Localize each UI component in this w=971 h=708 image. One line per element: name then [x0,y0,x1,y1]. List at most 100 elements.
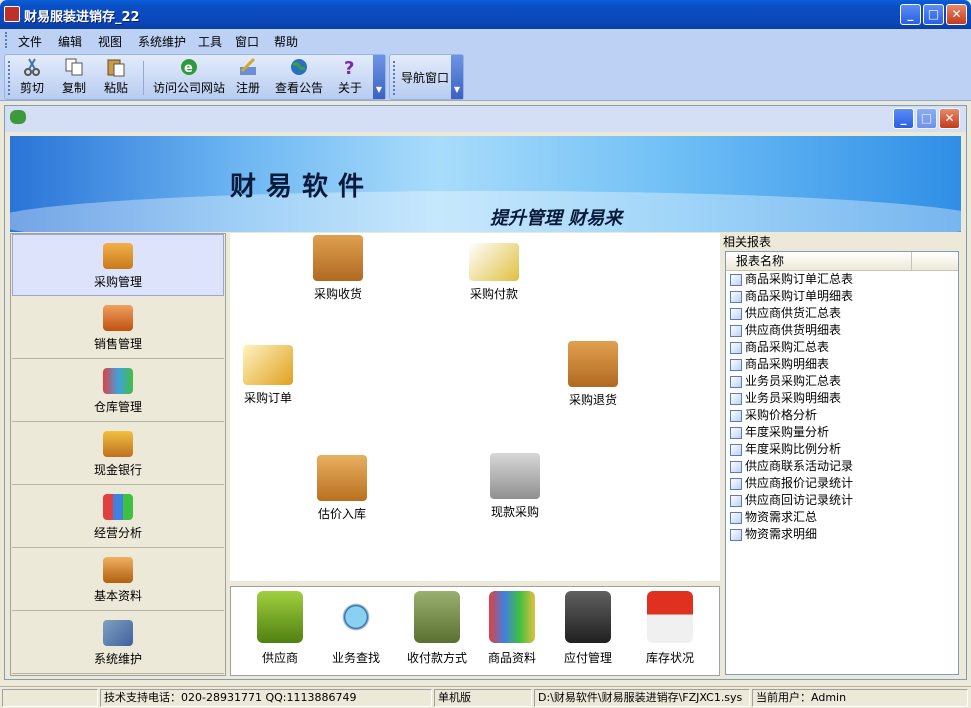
paste-button[interactable]: 粘贴 [101,57,131,96]
report-item[interactable]: 业务员采购明细表 [726,390,958,407]
close-button[interactable]: ✕ [946,4,967,25]
report-item[interactable]: 物资需求汇总 [726,509,958,526]
report-label: 年度采购比例分析 [745,442,842,456]
report-item[interactable]: 供应商供货明细表 [726,322,958,339]
report-icon [730,392,742,405]
box-remove-icon [568,341,618,387]
quick-supplier-button[interactable]: 供应商 [241,589,319,666]
toolbar-overflow-icon[interactable]: ▼ [451,55,463,99]
quick-inventory-button[interactable]: 库存状况 [631,589,709,666]
menu-view[interactable]: 视图 [98,33,122,50]
menu-help[interactable]: 帮助 [274,33,298,50]
function-label: 采购订单 [243,391,292,405]
order-icon [243,345,293,385]
child-minimize-button[interactable]: _ [893,108,914,129]
report-item[interactable]: 商品采购明细表 [726,356,958,373]
nav-cash-bank[interactable]: 现金银行 [12,423,224,485]
about-label: 关于 [337,81,362,95]
notice-label: 查看公告 [274,81,323,95]
menu-system-maintenance[interactable]: 系统维护 [138,33,186,50]
purchase-return-button[interactable]: 采购退货 [548,341,638,408]
menu-edit[interactable]: 编辑 [58,33,82,50]
register-button[interactable]: 注册 [233,57,263,96]
toolbar-grip [8,61,11,95]
menu-window[interactable]: 窗口 [235,33,259,50]
copy-label: 复制 [61,81,86,95]
report-icon [730,358,742,371]
report-item[interactable]: 商品采购汇总表 [726,339,958,356]
frog-icon [10,110,26,124]
nav-label: 采购管理 [93,275,142,289]
toolbar-overflow-icon[interactable]: ▼ [373,55,385,99]
bank-icon [103,431,133,457]
cash-purchase-button[interactable]: 现款采购 [470,453,560,520]
nav-toolbar: 导航窗口 ▼ [389,54,464,100]
purchase-order-button[interactable]: 采购订单 [223,345,313,406]
report-item[interactable]: 供应商回访记录统计 [726,492,958,509]
purchase-receive-button[interactable]: 采购收货 [293,235,383,302]
child-close-button[interactable]: ✕ [939,108,960,129]
about-button[interactable]: ? 关于 [335,57,365,96]
report-item[interactable]: 供应商联系活动记录 [726,458,958,475]
report-icon [730,528,742,541]
nav-window-button[interactable]: 导航窗口 [398,69,452,86]
warehouse-icon [103,368,133,394]
toolbar-separator [143,61,144,95]
quick-label: 收付款方式 [406,651,467,665]
status-pane-blank [2,689,98,707]
nav-sales[interactable]: 销售管理 [12,297,224,359]
quick-payment-method-button[interactable]: 收付款方式 [393,589,481,666]
app-icon [4,6,20,22]
report-item[interactable]: 物资需求明细 [726,526,958,543]
child-maximize-button[interactable]: □ [916,108,937,129]
menu-tools[interactable]: 工具 [198,33,222,50]
nav-warehouse[interactable]: 仓库管理 [12,360,224,422]
quick-search-button[interactable]: 业务查找 [317,589,395,666]
notice-button[interactable]: 查看公告 [273,57,325,96]
nav-analysis[interactable]: 经营分析 [12,486,224,548]
ie-icon: e [181,59,197,76]
report-item[interactable]: 年度采购比例分析 [726,441,958,458]
report-icon [730,341,742,354]
report-item[interactable]: 采购价格分析 [726,407,958,424]
nav-basic-data[interactable]: 基本资料 [12,549,224,611]
estimate-stock-in-button[interactable]: 估价入库 [297,455,387,522]
card-icon [469,243,519,281]
menu-file[interactable]: 文件 [18,33,42,50]
quick-payable-button[interactable]: 应付管理 [549,589,627,666]
nav-system[interactable]: 系统维护 [12,612,224,674]
purchase-payment-button[interactable]: 采购付款 [449,243,539,302]
banner-slogan: 提升管理 财易来 [490,208,623,229]
money-bag-icon [414,591,460,643]
visit-site-button[interactable]: e 访问公司网站 [149,57,229,96]
reports-column-header[interactable]: 报表名称 [726,252,958,271]
reports-header: 相关报表 [723,235,772,249]
report-item[interactable]: 业务员采购汇总表 [726,373,958,390]
copy-button[interactable]: 复制 [59,57,89,96]
report-item[interactable]: 供应商供货汇总表 [726,305,958,322]
navigation-window: _ □ ✕ 财易软件 提升管理 财易来 采购管理 销售管理 仓库管理 现金银行 … [4,105,967,680]
report-item[interactable]: 商品采购订单明细表 [726,288,958,305]
report-label: 商品采购订单汇总表 [745,272,854,286]
banner: 财易软件 提升管理 财易来 [10,136,961,232]
boxes-icon [317,455,367,501]
report-item[interactable]: 供应商报价记录统计 [726,475,958,492]
minimize-button[interactable]: _ [900,4,921,25]
menu-bar: 文件 编辑 视图 系统维护 工具 窗口 帮助 [0,29,971,51]
quick-goods-button[interactable]: 商品资料 [473,589,551,666]
report-item[interactable]: 年度采购量分析 [726,424,958,441]
nav-purchase[interactable]: 采购管理 [12,234,224,296]
report-label: 物资需求明细 [745,527,818,541]
window-title: 财易服装进销存_22 [24,10,140,25]
report-item[interactable]: 商品采购订单汇总表 [726,271,958,288]
maximize-button[interactable]: □ [923,4,944,25]
nav-label: 基本资料 [93,589,142,603]
status-edition: 单机版 [434,689,532,707]
report-label: 采购价格分析 [745,408,818,422]
toolbar-grip [393,61,396,95]
nav-label: 系统维护 [93,652,142,666]
nav-window-label: 导航窗口 [400,71,449,85]
cut-button[interactable]: 剪切 [17,57,47,96]
report-icon [730,426,742,439]
magnifier-icon [333,591,379,643]
